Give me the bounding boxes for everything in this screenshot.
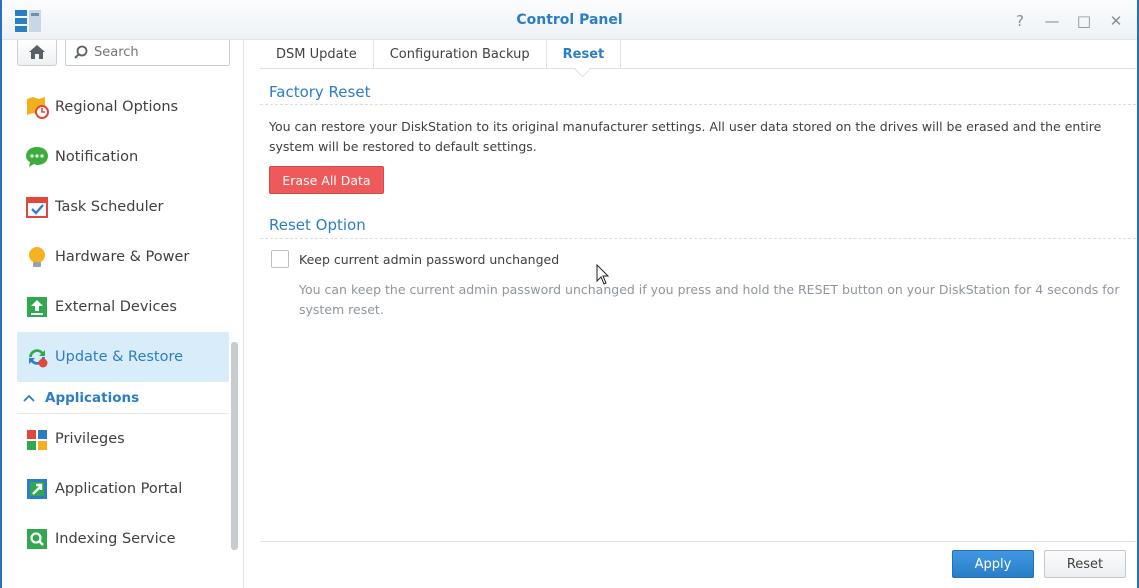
upload-icon (25, 295, 49, 319)
sidebar-item-label: Regional Options (55, 99, 179, 115)
sidebar-item-application-portal[interactable]: Application Portal (17, 464, 229, 514)
sidebar-item-update-restore[interactable]: Update & Restore (17, 332, 229, 382)
tab-bar: DSM Update Configuration Backup Reset (260, 40, 1136, 69)
factory-reset-description: You can restore your DiskStation to its … (269, 119, 1102, 154)
close-icon[interactable]: ✕ (1103, 10, 1129, 32)
calendar-check-icon (25, 195, 49, 219)
minimize-icon[interactable]: — (1039, 10, 1065, 32)
sidebar-item-label: Hardware & Power (55, 249, 190, 265)
grid-lock-icon (25, 427, 49, 451)
sidebar-item-label: Notification (55, 149, 139, 165)
sidebar-item-hardware-power[interactable]: Hardware & Power (17, 232, 229, 282)
keep-password-checkbox[interactable] (271, 250, 289, 268)
sidebar-item-label: Application Portal (55, 481, 183, 497)
sidebar-nav: Regional Options Notification Task Sched… (17, 82, 229, 564)
keep-password-label[interactable]: Keep current admin password unchanged (299, 252, 559, 267)
reset-option-title: Reset Option (269, 216, 366, 234)
tab-configuration-backup[interactable]: Configuration Backup (374, 40, 547, 69)
sidebar-item-label: Indexing Service (55, 531, 176, 547)
sidebar-item-task-scheduler[interactable]: Task Scheduler (17, 182, 229, 232)
sidebar-scrollbar[interactable] (231, 342, 238, 550)
sidebar-item-label: Task Scheduler (55, 199, 164, 215)
factory-reset-title: Factory Reset (269, 83, 371, 101)
section-header-applications[interactable]: Applications (17, 382, 229, 414)
reset-button[interactable]: Reset (1044, 550, 1126, 578)
erase-all-data-button[interactable]: Erase All Data (269, 166, 384, 194)
tab-reset[interactable]: Reset (547, 40, 622, 69)
keep-password-row[interactable]: Keep current admin password unchanged (271, 250, 559, 268)
footer-divider (260, 541, 1136, 542)
maximize-icon[interactable]: □ (1071, 10, 1097, 32)
arrow-portal-icon (25, 477, 49, 501)
mouse-cursor-icon (596, 264, 610, 285)
search-icon (74, 45, 88, 59)
help-icon[interactable]: ? (1007, 10, 1033, 32)
divider (260, 238, 1136, 239)
sidebar-item-indexing-service[interactable]: Indexing Service (17, 514, 229, 564)
title-bar[interactable]: Control Panel ? — □ ✕ (2, 0, 1137, 40)
sidebar: Regional Options Notification (4, 40, 244, 588)
sidebar-item-label: Update & Restore (55, 349, 184, 365)
section-header-label: Applications (45, 389, 140, 406)
home-icon (29, 45, 45, 59)
chat-bubble-icon (25, 145, 49, 169)
refresh-icon (25, 345, 49, 369)
map-clock-icon (25, 95, 49, 119)
sidebar-item-label: External Devices (55, 299, 177, 315)
sidebar-item-regional-options[interactable]: Regional Options (17, 82, 229, 132)
search-box[interactable] (65, 40, 230, 66)
main-content: DSM Update Configuration Backup Reset Fa… (260, 40, 1136, 588)
apply-button[interactable]: Apply (952, 550, 1034, 578)
chevron-up-icon (23, 391, 35, 405)
tab-dsm-update[interactable]: DSM Update (260, 40, 374, 69)
divider (260, 104, 1136, 105)
search-input[interactable] (94, 44, 224, 60)
control-panel-window: Control Panel ? — □ ✕ Search Regional Op… (0, 0, 1139, 588)
window-title: Control Panel (516, 12, 623, 28)
magnifier-icon (25, 527, 49, 551)
sidebar-item-notification[interactable]: Notification (17, 132, 229, 182)
lightbulb-icon (25, 245, 49, 269)
sidebar-item-external-devices[interactable]: External Devices (17, 282, 229, 332)
sidebar-item-label: Privileges (55, 431, 125, 447)
reset-option-hint: You can keep the current admin password … (299, 282, 1120, 317)
home-button[interactable] (17, 40, 57, 66)
sidebar-item-privileges[interactable]: Privileges (17, 414, 229, 464)
